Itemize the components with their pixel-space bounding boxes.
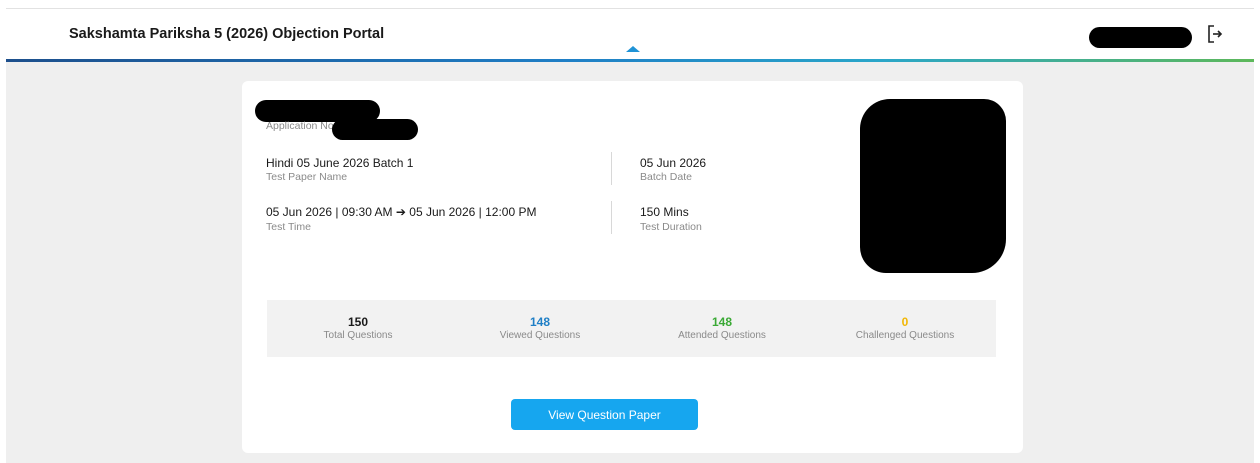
test-details-card: Application No - Hindi 05 June 2026 Batc… <box>242 81 1023 453</box>
caret-up-icon[interactable] <box>626 46 640 52</box>
header-accent-bar <box>6 59 1254 62</box>
header: Sakshamta Pariksha 5 (2026) Objection Po… <box>6 9 1254 59</box>
test-duration-label: Test Duration <box>640 221 702 233</box>
column-divider <box>611 201 612 234</box>
page-background: Sakshamta Pariksha 5 (2026) Objection Po… <box>6 8 1254 463</box>
stat-value: 150 <box>347 315 369 329</box>
column-divider <box>611 152 612 185</box>
stat-attended-questions: 148 Attended Questions <box>631 300 813 357</box>
stat-challenged-questions: 0 Challenged Questions <box>814 300 996 357</box>
redacted-candidate-photo <box>860 99 1006 273</box>
stat-value: 0 <box>901 315 909 329</box>
test-time-label: Test Time <box>266 221 311 233</box>
view-question-paper-button[interactable]: View Question Paper <box>511 399 698 430</box>
redacted-user-name <box>1089 27 1192 48</box>
batch-date-value: 05 Jun 2026 <box>640 156 707 170</box>
stat-total-questions: 150 Total Questions <box>267 300 449 357</box>
application-number-label: Application No - <box>266 120 341 132</box>
stat-label: Challenged Questions <box>855 330 955 341</box>
stat-value: 148 <box>529 315 551 329</box>
test-duration-value: 150 Mins <box>640 205 689 219</box>
stat-label: Viewed Questions <box>499 330 581 341</box>
test-paper-name-value: Hindi 05 June 2026 Batch 1 <box>266 156 414 170</box>
stat-viewed-questions: 148 Viewed Questions <box>449 300 631 357</box>
stat-label: Attended Questions <box>678 330 766 341</box>
portal-title: Sakshamta Pariksha 5 (2026) Objection Po… <box>69 26 385 42</box>
redacted-application-number <box>332 119 418 140</box>
batch-date-label: Batch Date <box>640 171 692 183</box>
stat-value: 148 <box>711 315 733 329</box>
question-stats-panel: 150 Total Questions 148 Viewed Questions… <box>267 300 996 357</box>
test-paper-name-label: Test Paper Name <box>266 171 348 183</box>
logout-icon[interactable] <box>1207 23 1223 45</box>
test-time-value: 05 Jun 2026 | 09:30 AM ➔ 05 Jun 2026 | 1… <box>266 205 537 219</box>
stat-label: Total Questions <box>323 330 393 341</box>
